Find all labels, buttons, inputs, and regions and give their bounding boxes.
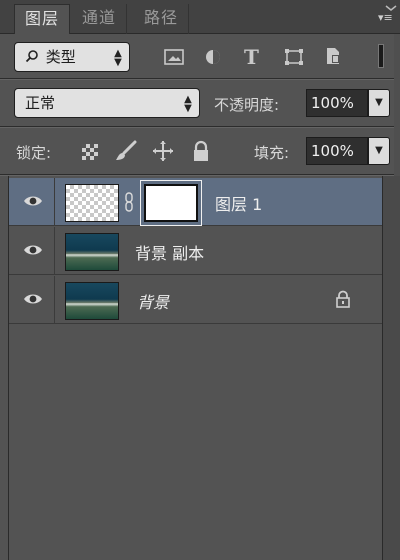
type-filter-icon[interactable]: T — [244, 45, 259, 69]
layer-name[interactable]: 背景 — [137, 289, 169, 313]
layers-list: 图层 1 背景 副本 背景 — [8, 176, 383, 560]
updown-arrows-icon: ▲ ▼ — [184, 94, 192, 114]
fill-label: 填充: — [254, 144, 290, 162]
layer-mask-thumbnail[interactable] — [144, 184, 198, 222]
smart-object-filter-icon[interactable] — [324, 46, 342, 70]
lock-icon — [335, 290, 351, 308]
layer-thumbnail[interactable] — [65, 233, 119, 271]
opacity-label: 不透明度: — [214, 96, 280, 114]
panel-menu-icon[interactable]: ▾≡ — [378, 12, 396, 24]
filter-kind-label: 类型 — [45, 48, 76, 66]
lock-label: 锁定: — [16, 144, 52, 162]
updown-arrows-icon: ▲ ▼ — [114, 48, 122, 68]
tab-layers[interactable]: 图层 — [14, 4, 71, 34]
layer-thumbnail[interactable] — [65, 282, 119, 320]
lock-transparent-icon[interactable] — [82, 144, 98, 164]
visibility-toggle[interactable] — [9, 178, 55, 226]
panel-tab-bar: 图层 通道 路径 ▾≡ — [0, 0, 400, 34]
lock-all-icon[interactable] — [192, 140, 210, 166]
layers-panel: 图层 通道 路径 ▾≡ 类型 ▲▼ T 正常 ▲▼ 不透明度: 100% ▼ — [0, 0, 400, 560]
search-icon — [25, 44, 41, 72]
layer-name[interactable]: 图层 1 — [215, 191, 262, 215]
filter-kind-select[interactable]: 类型 ▲ ▼ — [14, 42, 130, 72]
layer-name[interactable]: 背景 副本 — [135, 240, 204, 264]
divider — [0, 127, 400, 128]
opacity-dropdown-icon[interactable]: ▼ — [368, 89, 390, 117]
collapse-icon[interactable] — [384, 0, 398, 11]
lock-image-icon[interactable] — [114, 140, 138, 166]
adjustment-filter-icon[interactable] — [204, 48, 222, 70]
layer-row-layer1[interactable]: 图层 1 — [9, 178, 383, 226]
tab-paths[interactable]: 路径 — [134, 4, 190, 34]
opacity-input[interactable]: 100% — [306, 89, 368, 117]
blend-mode-label: 正常 — [25, 94, 56, 112]
fill-dropdown-icon[interactable]: ▼ — [368, 137, 390, 165]
eye-icon[interactable] — [23, 243, 43, 257]
divider — [0, 79, 400, 80]
mask-link-icon[interactable] — [125, 192, 133, 212]
image-filter-icon[interactable] — [164, 48, 184, 70]
lock-position-icon[interactable] — [152, 140, 174, 166]
tab-channels[interactable]: 通道 — [72, 4, 128, 34]
layer-row-background-copy[interactable]: 背景 副本 — [9, 227, 383, 275]
layer-thumbnail[interactable] — [65, 184, 119, 222]
blend-mode-select[interactable]: 正常 ▲ ▼ — [14, 88, 200, 118]
eye-icon[interactable] — [23, 292, 43, 306]
layer-row-background[interactable]: 背景 — [9, 276, 383, 324]
scrollbar[interactable] — [382, 176, 400, 560]
filter-toggle[interactable] — [378, 44, 384, 68]
visibility-toggle[interactable] — [9, 227, 55, 275]
panel-edge — [394, 34, 400, 176]
shape-filter-icon[interactable] — [284, 48, 304, 70]
fill-input[interactable]: 100% — [306, 137, 368, 165]
eye-icon[interactable] — [23, 194, 43, 208]
visibility-toggle[interactable] — [9, 276, 55, 324]
